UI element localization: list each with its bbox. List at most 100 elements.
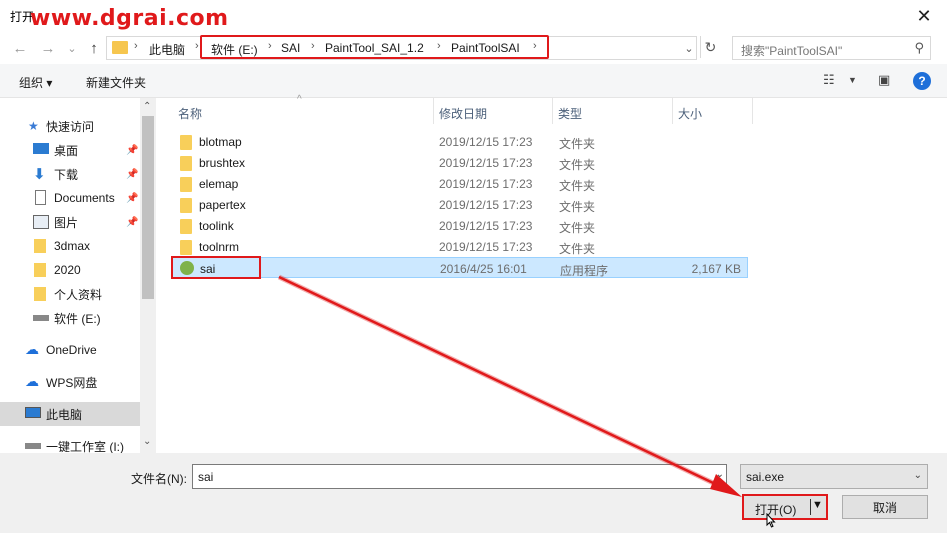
- file-name: brushtex: [199, 156, 246, 170]
- sidebar-item-desktop[interactable]: 桌面 📌: [0, 138, 140, 162]
- refresh-button[interactable]: ↻: [700, 36, 720, 58]
- sidebar-item-label: Documents: [54, 191, 115, 205]
- search-placeholder: 搜索"PaintToolSAI": [741, 44, 843, 58]
- file-type: 文件夹: [559, 158, 596, 172]
- document-icon: [35, 190, 46, 205]
- sort-caret-icon: ^: [297, 94, 302, 105]
- sidebar-item-2020[interactable]: 2020: [0, 258, 140, 282]
- desktop-icon: [33, 143, 49, 154]
- file-highlight-box: [171, 256, 261, 279]
- chevron-up-icon[interactable]: ⌃: [143, 101, 151, 112]
- file-size: 2,167 KB: [691, 262, 741, 276]
- chevron-down-icon[interactable]: ⌄: [716, 469, 724, 480]
- navigation-pane: ★ 快速访问 桌面 📌 ⬇ 下载 📌 Documents 📌 图片 📌 3dma…: [0, 98, 156, 454]
- column-header-type[interactable]: 类型: [558, 105, 582, 122]
- search-input[interactable]: 搜索"PaintToolSAI" ⚲: [732, 36, 931, 60]
- command-toolbar: 组织 ▾ 新建文件夹 ☷ ▼ ▣ ?: [0, 64, 947, 98]
- column-header-date[interactable]: 修改日期: [439, 105, 487, 122]
- sidebar-item-label: OneDrive: [46, 343, 97, 357]
- file-row[interactable]: toolnrm 2019/12/15 17:23 文件夹: [172, 236, 748, 257]
- close-button[interactable]: ✕: [901, 0, 947, 32]
- breadcrumb-this-pc[interactable]: 此电脑: [149, 41, 185, 58]
- file-row[interactable]: toolink 2019/12/15 17:23 文件夹: [172, 215, 748, 236]
- split-divider: [810, 499, 811, 515]
- up-button[interactable]: ↑: [84, 38, 104, 58]
- recent-locations-button[interactable]: ⌄: [62, 38, 82, 58]
- file-date: 2019/12/15 17:23: [439, 135, 533, 149]
- close-icon: ✕: [916, 5, 932, 26]
- cancel-button[interactable]: 取消: [842, 495, 928, 519]
- refresh-icon: ↻: [704, 38, 717, 55]
- folder-icon: [34, 287, 46, 301]
- caret-down-icon[interactable]: ▼: [812, 499, 823, 511]
- column-divider[interactable]: [552, 98, 553, 124]
- chevron-down-icon[interactable]: ▼: [848, 75, 857, 85]
- view-options-icon[interactable]: ☷: [823, 72, 835, 88]
- sidebar-item-pictures[interactable]: 图片 📌: [0, 210, 140, 234]
- address-dropdown-button[interactable]: ⌄: [679, 38, 699, 58]
- sidebar-scroll-thumb[interactable]: [142, 116, 154, 299]
- column-divider[interactable]: [672, 98, 673, 124]
- cloud-icon: ☁: [25, 341, 39, 357]
- file-row[interactable]: brushtex 2019/12/15 17:23 文件夹: [172, 152, 748, 173]
- sidebar-item-this-pc[interactable]: 此电脑: [0, 402, 140, 426]
- sidebar-item-onedrive[interactable]: ☁ OneDrive: [0, 338, 140, 362]
- file-date: 2019/12/15 17:23: [439, 219, 533, 233]
- folder-icon: [180, 198, 192, 213]
- open-button[interactable]: 打开(O) ▼: [742, 494, 828, 520]
- pin-icon: 📌: [126, 192, 139, 204]
- sidebar-item-quick-access[interactable]: ★ 快速访问: [0, 114, 140, 138]
- column-divider[interactable]: [433, 98, 434, 124]
- filetype-select[interactable]: sai.exe ⌄: [740, 464, 928, 489]
- forward-button[interactable]: →: [38, 38, 58, 58]
- file-type: 文件夹: [559, 221, 596, 235]
- new-folder-button[interactable]: 新建文件夹: [86, 74, 146, 91]
- chevron-down-icon[interactable]: ⌄: [143, 436, 151, 447]
- sidebar-item-label: 软件 (E:): [54, 311, 101, 326]
- folder-icon: [34, 263, 46, 277]
- drive-icon: [25, 443, 41, 449]
- preview-pane-icon[interactable]: ▣: [878, 72, 890, 88]
- organize-menu[interactable]: 组织 ▾: [19, 74, 52, 91]
- file-type: 文件夹: [559, 242, 596, 256]
- chevron-down-icon: ⌄: [913, 470, 922, 481]
- file-name: blotmap: [199, 135, 242, 149]
- back-button[interactable]: ←: [10, 38, 30, 58]
- folder-icon: [180, 177, 192, 192]
- watermark: www.dgrai.com: [30, 6, 229, 31]
- sidebar-item-personal[interactable]: 个人资料: [0, 282, 140, 306]
- sidebar-item-drive-e[interactable]: 软件 (E:): [0, 306, 140, 330]
- sidebar-item-wps[interactable]: ☁ WPS网盘: [0, 370, 140, 394]
- sidebar-item-documents[interactable]: Documents 📌: [0, 186, 140, 210]
- mouse-cursor-icon: [766, 513, 776, 528]
- file-type: 应用程序: [560, 264, 609, 278]
- dialog-footer: 文件名(N): sai ⌄ sai.exe ⌄ 打开(O) ▼ 取消: [0, 453, 947, 533]
- folder-icon: [180, 156, 192, 171]
- pin-icon: 📌: [126, 168, 139, 180]
- file-date: 2019/12/15 17:23: [439, 240, 533, 254]
- file-date: 2019/12/15 17:23: [439, 198, 533, 212]
- cancel-button-label: 取消: [872, 500, 897, 515]
- file-type: 文件夹: [559, 179, 596, 193]
- folder-icon: [180, 135, 192, 150]
- column-header-size[interactable]: 大小: [678, 105, 702, 122]
- folder-icon: [34, 239, 46, 253]
- file-name: papertex: [199, 198, 246, 212]
- file-row[interactable]: elemap 2019/12/15 17:23 文件夹: [172, 173, 748, 194]
- sidebar-item-label: 2020: [54, 263, 81, 277]
- sidebar-item-downloads[interactable]: ⬇ 下载 📌: [0, 162, 140, 186]
- title-bar: 打开 www.dgrai.com ✕: [0, 0, 947, 32]
- column-header-name[interactable]: 名称: [178, 105, 202, 122]
- file-row[interactable]: papertex 2019/12/15 17:23 文件夹: [172, 194, 748, 215]
- chevron-right-icon: ›: [195, 40, 199, 52]
- file-date: 2016/4/25 16:01: [440, 262, 527, 276]
- file-row[interactable]: blotmap 2019/12/15 17:23 文件夹: [172, 131, 748, 152]
- filename-input[interactable]: sai ⌄: [192, 464, 727, 489]
- file-list: ^ 名称 修改日期 类型 大小 blotmap 2019/12/15 17:23…: [158, 94, 947, 453]
- file-type: 文件夹: [559, 200, 596, 214]
- column-divider[interactable]: [752, 98, 753, 124]
- sidebar-item-3dmax[interactable]: 3dmax: [0, 234, 140, 258]
- chevron-right-icon: ›: [134, 40, 138, 52]
- help-button[interactable]: ?: [913, 72, 931, 90]
- sidebar-item-label: 图片: [54, 215, 79, 230]
